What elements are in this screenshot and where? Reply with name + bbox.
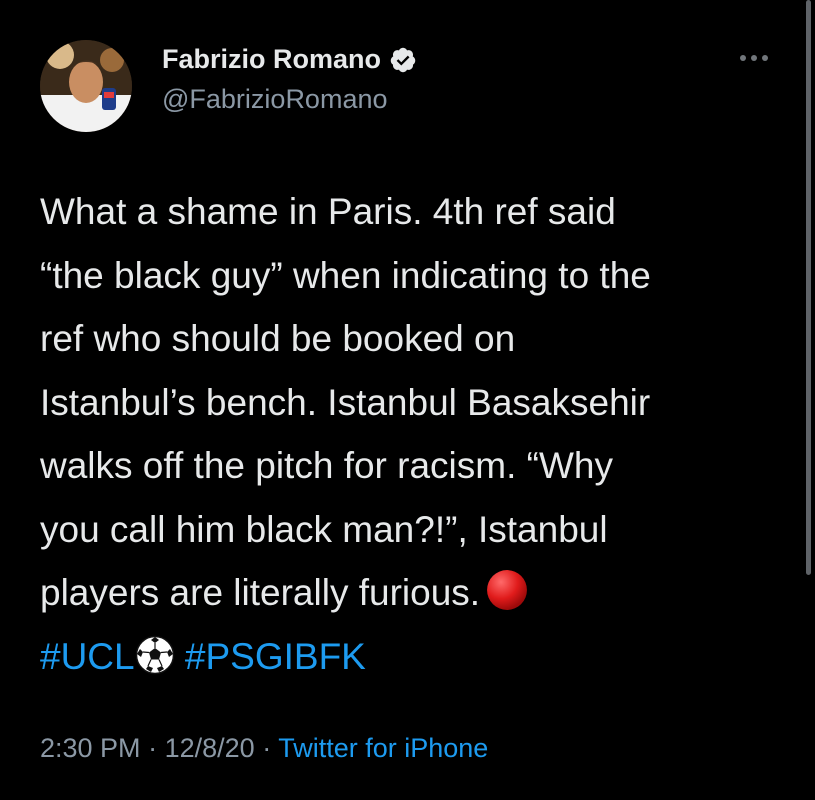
hashtag-line: #UCL #PSGIBFK: [40, 625, 780, 689]
tweet-time[interactable]: 2:30 PM: [40, 733, 141, 763]
scrollbar[interactable]: [806, 0, 811, 575]
dot: [762, 55, 768, 61]
tweet-source-link[interactable]: Twitter for iPhone: [278, 733, 488, 763]
avatar-photo: [40, 40, 132, 132]
meta-separator: ·: [262, 733, 272, 763]
dot: [751, 55, 757, 61]
tweet-line: What a shame in Paris. 4th ref said: [40, 191, 616, 232]
hashtag-psgibfk[interactable]: #PSGIBFK: [185, 636, 366, 677]
meta-separator: ·: [148, 733, 158, 763]
hashtag-ucl[interactable]: #UCL: [40, 636, 135, 677]
tweet-line: players are literally furious.: [40, 572, 481, 613]
tweet-text: What a shame in Paris. 4th ref said “the…: [40, 180, 780, 688]
tweet-date[interactable]: 12/8/20: [165, 733, 255, 763]
red-circle-icon: [487, 570, 528, 610]
verified-badge-icon: [390, 47, 416, 72]
soccer-ball-icon: [135, 635, 174, 674]
avatar[interactable]: [40, 40, 132, 132]
tweet-line: “the black guy” when indicating to the: [40, 254, 651, 296]
more-options-icon[interactable]: [740, 50, 774, 66]
tweet-line-last: players are literally furious.: [40, 561, 780, 625]
author-name[interactable]: Fabrizio Romano: [162, 44, 381, 75]
tweet-line: walks off the pitch for racism. “Why: [40, 445, 613, 486]
tweet-meta: 2:30 PM · 12/8/20 · Twitter for iPhone: [40, 733, 488, 764]
tweet-line: ref who should be booked on: [40, 318, 516, 359]
tweet-line: you call him black man?!”, Istanbul: [40, 508, 608, 550]
tweet-line: Istanbul’s bench. Istanbul Basaksehir: [40, 381, 651, 423]
dot: [740, 55, 746, 61]
author-handle[interactable]: @FabrizioRomano: [162, 84, 388, 115]
author-row: Fabrizio Romano: [162, 44, 417, 75]
